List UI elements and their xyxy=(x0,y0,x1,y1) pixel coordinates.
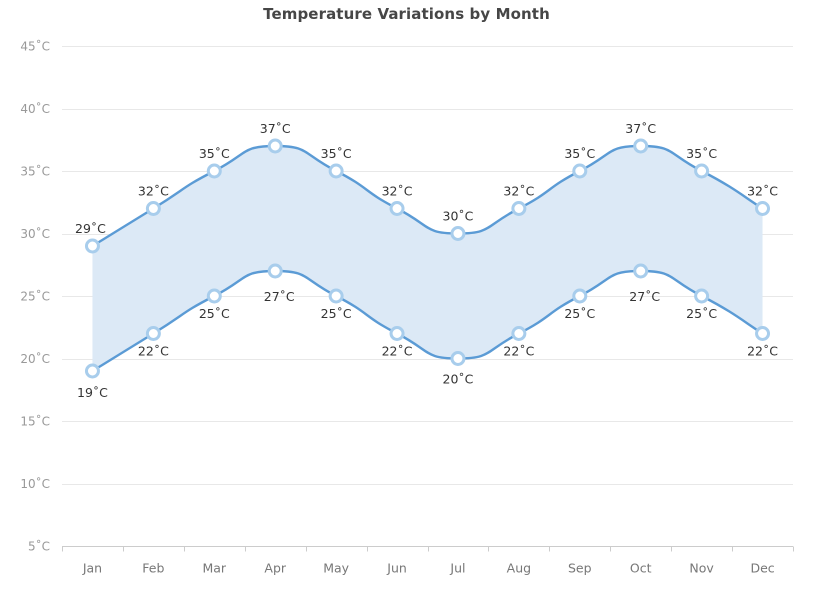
data-point-marker[interactable] xyxy=(450,351,466,366)
x-axis-tick-label[interactable]: Dec xyxy=(750,561,774,576)
x-axis-tick-label[interactable]: Jul xyxy=(449,561,465,576)
x-axis-tick-label[interactable]: Jan xyxy=(82,561,102,576)
data-point-marker[interactable] xyxy=(694,163,710,179)
data-point-marker[interactable] xyxy=(145,326,161,341)
x-axis-tick-label[interactable]: Sep xyxy=(568,561,592,576)
point-label: 35˚C xyxy=(321,146,352,161)
point-label: 29˚C xyxy=(75,221,106,236)
data-point-marker[interactable] xyxy=(755,326,771,341)
point-label: 30˚C xyxy=(443,209,474,224)
x-axis: Jan Feb Mar Apr May Jun Jul Aug Sep Oct Nov Dec xyxy=(62,546,794,576)
data-point-marker[interactable] xyxy=(145,201,161,216)
range-area-fill xyxy=(92,146,763,371)
point-label: 32˚C xyxy=(382,184,413,199)
x-axis-tick-label[interactable]: Jun xyxy=(386,561,407,576)
data-point-marker[interactable] xyxy=(267,263,283,279)
point-label: 25˚C xyxy=(686,306,717,321)
x-axis-tick-label[interactable]: Oct xyxy=(630,561,652,576)
y-axis: 5˚C 10˚C 15˚C 20˚C 25˚C 30˚C 35˚C 40˚C 45˚C xyxy=(20,39,50,554)
y-axis-tick-label: 35˚C xyxy=(20,164,50,179)
data-point-marker[interactable] xyxy=(694,288,710,304)
point-label: 35˚C xyxy=(686,146,717,161)
point-label: 22˚C xyxy=(503,344,534,359)
y-axis-tick-label: 10˚C xyxy=(20,476,50,491)
data-point-marker[interactable] xyxy=(450,226,466,241)
point-label: 25˚C xyxy=(199,306,230,321)
point-label: 37˚C xyxy=(260,121,291,136)
data-point-marker[interactable] xyxy=(633,263,649,279)
point-label: 37˚C xyxy=(625,121,656,136)
y-axis-tick-label: 40˚C xyxy=(20,101,50,116)
point-label: 35˚C xyxy=(564,146,595,161)
point-label: 35˚C xyxy=(199,146,230,161)
point-label: 27˚C xyxy=(264,289,295,304)
data-point-marker[interactable] xyxy=(267,138,283,154)
temperature-line-chart: 29˚C 32˚C 35˚C 37˚C 35˚C 32˚C 30˚C 32˚C 35˚C 37˚C… xyxy=(20,39,794,576)
x-axis-tick-label[interactable]: Nov xyxy=(689,561,714,576)
temperature-range-band xyxy=(92,146,763,371)
x-axis-tick-label[interactable]: Mar xyxy=(202,561,226,576)
point-label: 22˚C xyxy=(138,344,169,359)
data-point-marker[interactable] xyxy=(206,288,222,304)
point-label: 32˚C xyxy=(747,184,778,199)
x-axis-tick-label[interactable]: Feb xyxy=(142,561,164,576)
x-axis-tick-label[interactable]: Apr xyxy=(264,561,286,576)
y-axis-tick-label: 25˚C xyxy=(20,289,50,304)
point-label: 20˚C xyxy=(443,372,474,387)
point-label: 25˚C xyxy=(564,306,595,321)
data-point-marker[interactable] xyxy=(511,326,527,341)
y-axis-tick-label: 15˚C xyxy=(20,414,50,429)
y-axis-tick-label: 5˚C xyxy=(28,539,50,554)
point-label: 32˚C xyxy=(138,184,169,199)
data-point-marker[interactable] xyxy=(328,163,344,179)
y-axis-tick-label: 45˚C xyxy=(20,39,50,54)
chart-container: Temperature Variations by Month 29˚C 32˚C… xyxy=(0,0,813,589)
data-point-marker[interactable] xyxy=(511,201,527,216)
point-label: 22˚C xyxy=(747,344,778,359)
point-label: 27˚C xyxy=(629,289,660,304)
data-point-marker[interactable] xyxy=(328,288,344,304)
data-point-marker[interactable] xyxy=(572,288,588,304)
data-point-marker[interactable] xyxy=(84,363,100,379)
data-point-marker[interactable] xyxy=(389,326,405,341)
y-axis-tick-label: 20˚C xyxy=(20,351,50,366)
x-axis-tick-label[interactable]: Aug xyxy=(507,561,531,576)
x-axis-tick-label[interactable]: May xyxy=(323,561,349,576)
data-point-marker[interactable] xyxy=(206,163,222,179)
data-point-marker[interactable] xyxy=(389,201,405,216)
y-axis-tick-label: 30˚C xyxy=(20,226,50,241)
point-label: 22˚C xyxy=(382,344,413,359)
point-label: 32˚C xyxy=(503,184,534,199)
point-label: 25˚C xyxy=(321,306,352,321)
data-point-marker[interactable] xyxy=(572,163,588,179)
point-label: 19˚C xyxy=(77,385,108,400)
data-point-marker[interactable] xyxy=(633,138,649,154)
data-point-marker[interactable] xyxy=(755,201,771,216)
data-point-marker[interactable] xyxy=(84,238,100,254)
